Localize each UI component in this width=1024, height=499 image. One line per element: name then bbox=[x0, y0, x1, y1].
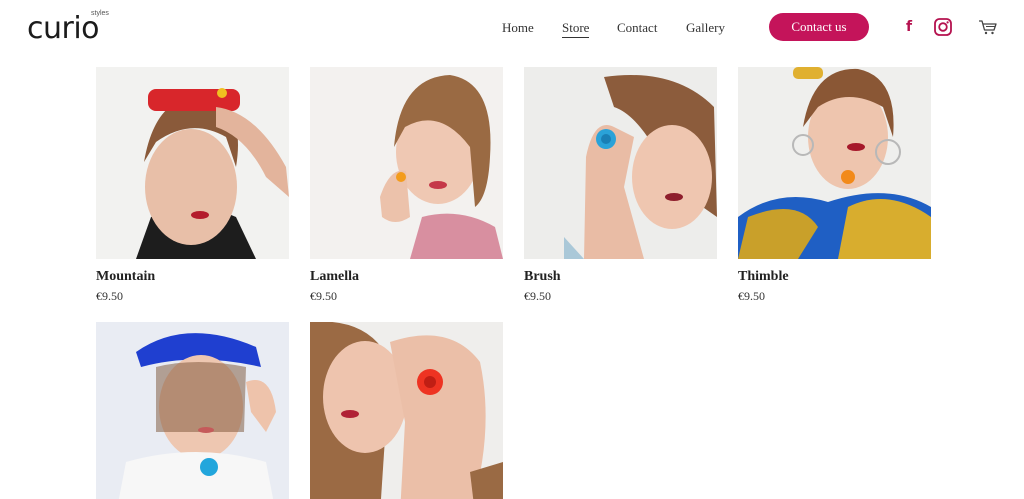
nav-gallery[interactable]: Gallery bbox=[686, 20, 725, 36]
product-price: €9.50 bbox=[524, 289, 551, 303]
nav-contact[interactable]: Contact bbox=[617, 20, 657, 36]
brand-logo[interactable]: curio styles bbox=[27, 10, 115, 44]
brand-name: curio bbox=[27, 11, 100, 46]
active-nav-underline bbox=[562, 37, 590, 38]
facebook-icon[interactable]: f bbox=[898, 16, 920, 38]
product-price: €9.50 bbox=[96, 289, 123, 303]
product-name[interactable]: Brush bbox=[524, 269, 561, 285]
nav-store[interactable]: Store bbox=[562, 20, 590, 38]
product-image[interactable] bbox=[524, 67, 717, 259]
cart-icon[interactable] bbox=[977, 16, 999, 38]
brand-tagline: styles bbox=[91, 10, 109, 17]
nav-home[interactable]: Home bbox=[502, 20, 534, 36]
product-price: €9.50 bbox=[310, 289, 337, 303]
contact-us-button[interactable]: Contact us bbox=[769, 13, 869, 41]
nav-store-label: Store bbox=[562, 20, 590, 35]
instagram-icon[interactable] bbox=[932, 16, 954, 38]
product-image[interactable] bbox=[738, 67, 931, 259]
product-image[interactable] bbox=[96, 322, 289, 499]
product-price: €9.50 bbox=[738, 289, 765, 303]
product-image[interactable] bbox=[310, 67, 503, 259]
product-name[interactable]: Mountain bbox=[96, 269, 155, 285]
product-image[interactable] bbox=[310, 322, 503, 499]
product-image[interactable] bbox=[96, 67, 289, 259]
product-name[interactable]: Thimble bbox=[738, 269, 789, 285]
site-header: curio styles Home Store Contact Gallery … bbox=[0, 0, 1024, 56]
product-name[interactable]: Lamella bbox=[310, 269, 359, 285]
